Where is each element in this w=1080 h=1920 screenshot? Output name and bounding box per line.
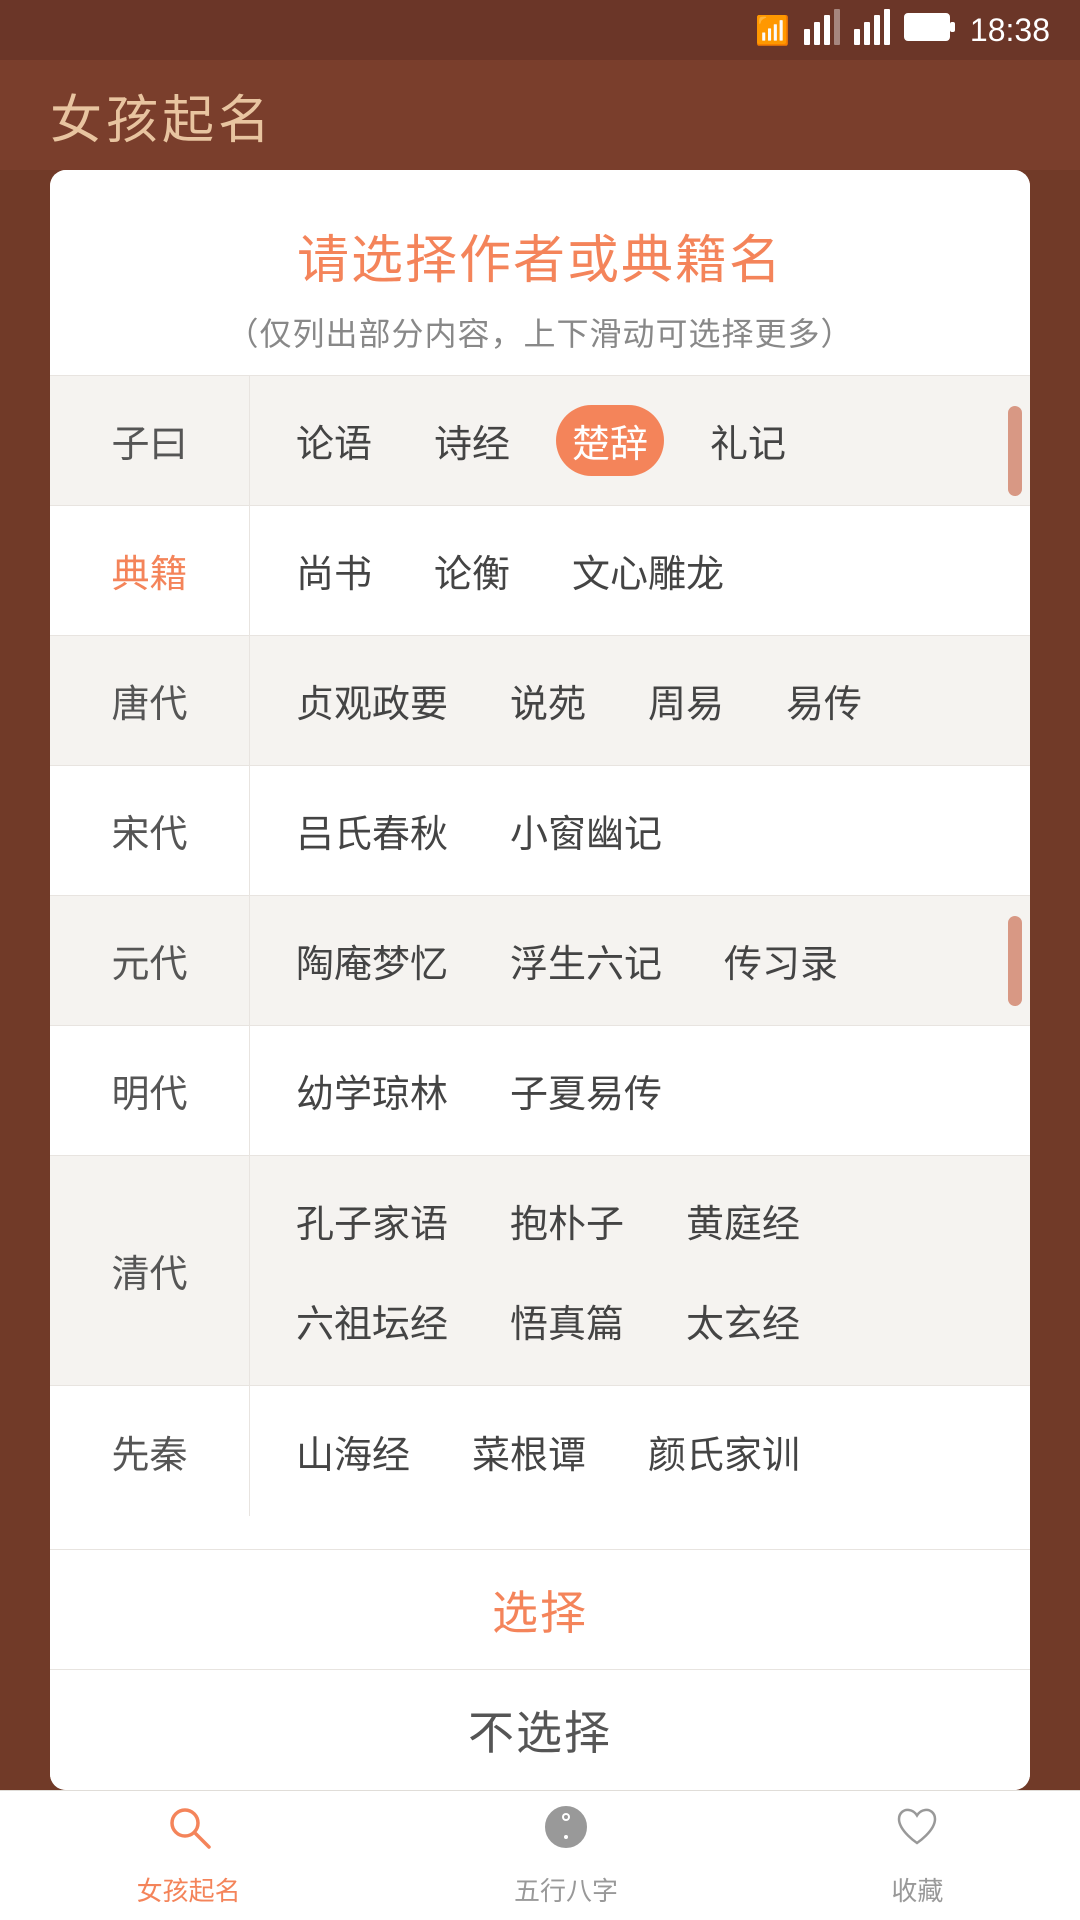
app-header: 女孩起名	[0, 60, 1080, 170]
cancel-button[interactable]: 不选择	[50, 1670, 1030, 1790]
row-items-mingdai: 幼学琼林 子夏易传	[250, 1026, 1030, 1155]
dialog-title: 请选择作者或典籍名	[90, 218, 990, 293]
nav-item-bazi[interactable]: 五行八字	[514, 1803, 618, 1908]
signal-icon2	[854, 9, 890, 52]
item-zixia[interactable]: 子夏易传	[494, 1055, 678, 1126]
item-zhouyi[interactable]: 周易	[632, 665, 740, 736]
bottom-nav: 女孩起名 五行八字 收藏	[0, 1790, 1080, 1920]
status-icons: 📶 18:38	[755, 9, 1050, 52]
nav-label-girls: 女孩起名	[137, 1871, 241, 1908]
row-items-yuandai: 陶庵梦忆 浮生六记 传习录	[250, 896, 1030, 1025]
scrollbar-bottom	[1008, 916, 1022, 1006]
table-row: 明代 幼学琼林 子夏易传	[50, 1026, 1030, 1156]
item-lunyu[interactable]: 论语	[280, 405, 388, 476]
row-label-ziyue: 子曰	[50, 376, 250, 505]
row-items-xianqin: 山海经 菜根谭 颜氏家训	[250, 1386, 1030, 1516]
dialog-subtitle: （仅列出部分内容，上下滑动可选择更多）	[90, 309, 990, 355]
search-icon	[165, 1803, 213, 1863]
wifi-icon: 📶	[755, 14, 790, 47]
row-label-qingdai: 清代	[50, 1156, 250, 1385]
item-fusheng[interactable]: 浮生六记	[494, 925, 678, 996]
item-lunheng[interactable]: 论衡	[418, 535, 526, 606]
item-yizhuan[interactable]: 易传	[770, 665, 878, 736]
battery-icon	[904, 13, 956, 48]
item-yanjia[interactable]: 颜氏家训	[632, 1416, 816, 1487]
nav-item-favorites[interactable]: 收藏	[891, 1803, 943, 1908]
app-title: 女孩起名	[50, 78, 274, 153]
nav-item-girls-naming[interactable]: 女孩起名	[137, 1803, 241, 1908]
item-shijing[interactable]: 诗经	[418, 405, 526, 476]
table-row: 子曰 论语 诗经 楚辞 礼记	[50, 376, 1030, 506]
item-shangshu[interactable]: 尚书	[280, 535, 388, 606]
confirm-label: 选择	[492, 1577, 588, 1643]
heart-icon	[893, 1803, 941, 1863]
dialog: 请选择作者或典籍名 （仅列出部分内容，上下滑动可选择更多） 子曰 论语 诗经 楚…	[50, 170, 1030, 1790]
table-area: 子曰 论语 诗经 楚辞 礼记 典籍 尚书 论衡 文心雕龙 唐代 贞观政要 说苑 …	[50, 375, 1030, 1549]
item-lvshi[interactable]: 吕氏春秋	[280, 795, 464, 866]
item-taoyan[interactable]: 陶庵梦忆	[280, 925, 464, 996]
row-label-mingdai: 明代	[50, 1026, 250, 1155]
signal-icon	[804, 9, 840, 52]
row-label-dianjing: 典籍	[50, 506, 250, 635]
row-label-tangdai: 唐代	[50, 636, 250, 765]
row-label-songdai: 宋代	[50, 766, 250, 895]
item-liuzu[interactable]: 六祖坛经	[280, 1285, 464, 1356]
dialog-header: 请选择作者或典籍名 （仅列出部分内容，上下滑动可选择更多）	[50, 170, 1030, 375]
confirm-button[interactable]: 选择	[50, 1550, 1030, 1670]
dialog-actions: 选择 不选择	[50, 1549, 1030, 1790]
table-row: 宋代 吕氏春秋 小窗幽记	[50, 766, 1030, 896]
table-row: 元代 陶庵梦忆 浮生六记 传习录	[50, 896, 1030, 1026]
status-bar: 📶 18:38	[0, 0, 1080, 60]
row-items-tangdai: 贞观政要 说苑 周易 易传	[250, 636, 1030, 765]
status-time: 18:38	[970, 12, 1050, 49]
row-items-dianjing: 尚书 论衡 文心雕龙	[250, 506, 1030, 635]
row-label-yuandai: 元代	[50, 896, 250, 1025]
row-items-qingdai: 孔子家语 抱朴子 黄庭经 六祖坛经 悟真篇 太玄经	[250, 1156, 1030, 1385]
row-label-xianqin: 先秦	[50, 1386, 250, 1516]
row-items-ziyue: 论语 诗经 楚辞 礼记	[250, 376, 1030, 505]
item-liji[interactable]: 礼记	[694, 405, 802, 476]
table-row: 典籍 尚书 论衡 文心雕龙	[50, 506, 1030, 636]
item-huangjing[interactable]: 黄庭经	[670, 1185, 816, 1256]
item-shanhai[interactable]: 山海经	[280, 1416, 426, 1487]
item-youxue[interactable]: 幼学琼林	[280, 1055, 464, 1126]
item-shuoyuan[interactable]: 说苑	[494, 665, 602, 736]
bazi-icon	[542, 1803, 590, 1863]
scrollbar-top	[1008, 406, 1022, 496]
table-row: 唐代 贞观政要 说苑 周易 易传	[50, 636, 1030, 766]
item-wenxin[interactable]: 文心雕龙	[556, 535, 740, 606]
item-xiaochuang[interactable]: 小窗幽记	[494, 795, 678, 866]
nav-label-bazi: 五行八字	[514, 1871, 618, 1908]
table-row: 清代 孔子家语 抱朴子 黄庭经 六祖坛经 悟真篇 太玄经	[50, 1156, 1030, 1386]
item-wuzhen[interactable]: 悟真篇	[494, 1285, 640, 1356]
nav-label-favorites: 收藏	[891, 1871, 943, 1908]
table-row: 先秦 山海经 菜根谭 颜氏家训	[50, 1386, 1030, 1516]
item-caigentan[interactable]: 菜根谭	[456, 1416, 602, 1487]
item-chuci[interactable]: 楚辞	[556, 405, 664, 476]
item-zhenguan[interactable]: 贞观政要	[280, 665, 464, 736]
row-items-songdai: 吕氏春秋 小窗幽记	[250, 766, 1030, 895]
item-kongzi[interactable]: 孔子家语	[280, 1185, 464, 1256]
cancel-label: 不选择	[468, 1697, 612, 1763]
item-baopu[interactable]: 抱朴子	[494, 1185, 640, 1256]
item-taixuan[interactable]: 太玄经	[670, 1285, 816, 1356]
item-chuanxi[interactable]: 传习录	[708, 925, 854, 996]
